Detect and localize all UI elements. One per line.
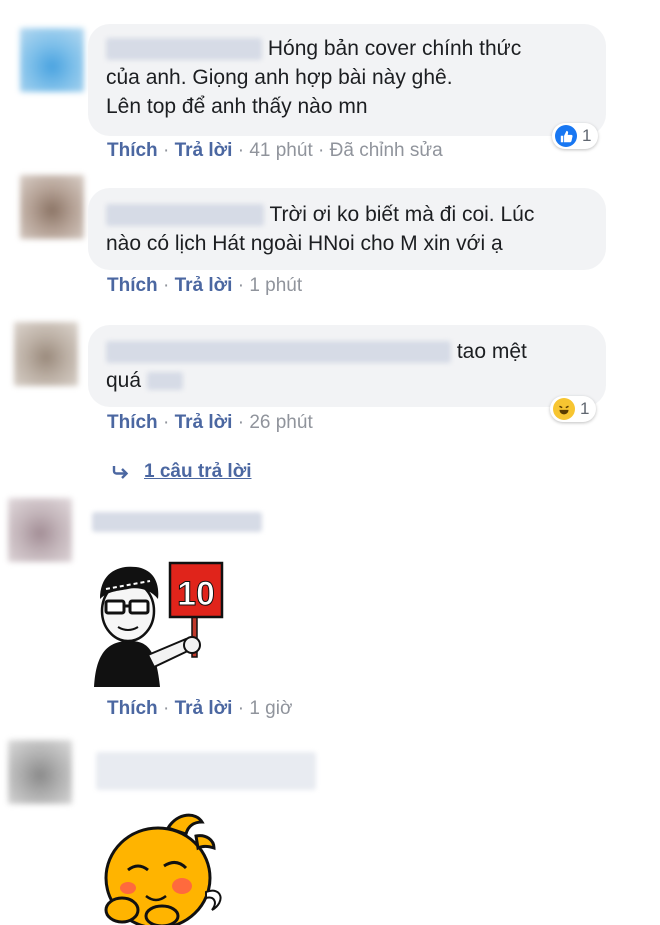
- commenter-avatar[interactable]: [8, 498, 72, 562]
- emoji-sticker[interactable]: [98, 806, 228, 925]
- separator: ·: [318, 140, 325, 161]
- view-replies-link[interactable]: 1 câu trả lời: [112, 461, 252, 483]
- like-link[interactable]: Thích: [107, 698, 158, 719]
- comment-actions: Thích · Trả lời · 41 phút · Đã chỉnh sửa: [107, 140, 443, 162]
- comment-text: nào có lịch Hát ngoài HNoi cho M xin với…: [106, 232, 503, 255]
- edited-label[interactable]: Đã chỉnh sửa: [330, 140, 443, 161]
- commenter-avatar[interactable]: [14, 322, 78, 386]
- comment-time[interactable]: 1 phút: [249, 275, 302, 296]
- like-link[interactable]: Thích: [107, 275, 158, 296]
- comment-text: Hóng bản cover chính thức: [267, 37, 522, 60]
- commenter-avatar[interactable]: [20, 28, 84, 92]
- comment-actions: Thích · Trả lời · 1 giờ: [107, 698, 292, 720]
- separator: ·: [237, 698, 245, 719]
- reply-link[interactable]: Trả lời: [175, 140, 233, 161]
- comment-bubble: Hóng bản cover chính thức của anh. Giọng…: [88, 24, 606, 136]
- separator: ·: [162, 140, 170, 161]
- comment-text: quá: [106, 369, 142, 392]
- commenter-name[interactable]: [92, 512, 262, 532]
- separator: ·: [237, 275, 245, 296]
- comment-actions: Thích · Trả lời · 1 phút: [107, 275, 302, 297]
- separator: ·: [162, 698, 170, 719]
- commenter-name[interactable]: [96, 752, 316, 790]
- comment-text: Lên top để anh thấy nào mn: [106, 95, 368, 118]
- like-icon: [555, 125, 577, 147]
- like-link[interactable]: Thích: [107, 140, 158, 161]
- comment-actions: Thích · Trả lời · 26 phút: [107, 412, 313, 434]
- comment-time[interactable]: 26 phút: [249, 412, 312, 433]
- reaction-summary[interactable]: 1: [550, 396, 597, 422]
- comment-text: tao mệt: [456, 340, 527, 363]
- comment-bubble: tao mệt quá: [88, 325, 606, 407]
- commenter-avatar[interactable]: [8, 740, 72, 804]
- sticker-sign-text: 10: [177, 575, 215, 613]
- separator: ·: [162, 275, 170, 296]
- reaction-count: 1: [580, 399, 590, 418]
- like-link[interactable]: Thích: [107, 412, 158, 433]
- commenter-name[interactable]: [106, 341, 451, 364]
- reply-arrow-icon: [112, 466, 129, 479]
- comment-bubble: Trời ơi ko biết mà đi coi. Lúc nào có lị…: [88, 188, 606, 270]
- reaction-summary[interactable]: 1: [552, 123, 599, 149]
- reaction-count: 1: [582, 126, 592, 145]
- replies-count: 1 câu trả lời: [144, 461, 252, 482]
- commenter-name[interactable]: [106, 38, 262, 61]
- commenter-name[interactable]: [106, 204, 264, 227]
- comment-text: Trời ơi ko biết mà đi coi. Lúc: [269, 203, 535, 226]
- comment-time[interactable]: 41 phút: [249, 140, 312, 161]
- reply-link[interactable]: Trả lời: [175, 698, 233, 719]
- separator: ·: [237, 140, 245, 161]
- separator: ·: [237, 412, 245, 433]
- comment-text: của anh. Giọng anh hợp bài này ghê.: [106, 66, 453, 89]
- blurred-text: [146, 372, 183, 391]
- comment-time[interactable]: 1 giờ: [249, 698, 292, 719]
- commenter-avatar[interactable]: [20, 175, 84, 239]
- reply-link[interactable]: Trả lời: [175, 275, 233, 296]
- separator: ·: [162, 412, 170, 433]
- rating-sticker[interactable]: 10: [88, 555, 233, 695]
- haha-icon: [553, 398, 575, 420]
- reply-link[interactable]: Trả lời: [175, 412, 233, 433]
